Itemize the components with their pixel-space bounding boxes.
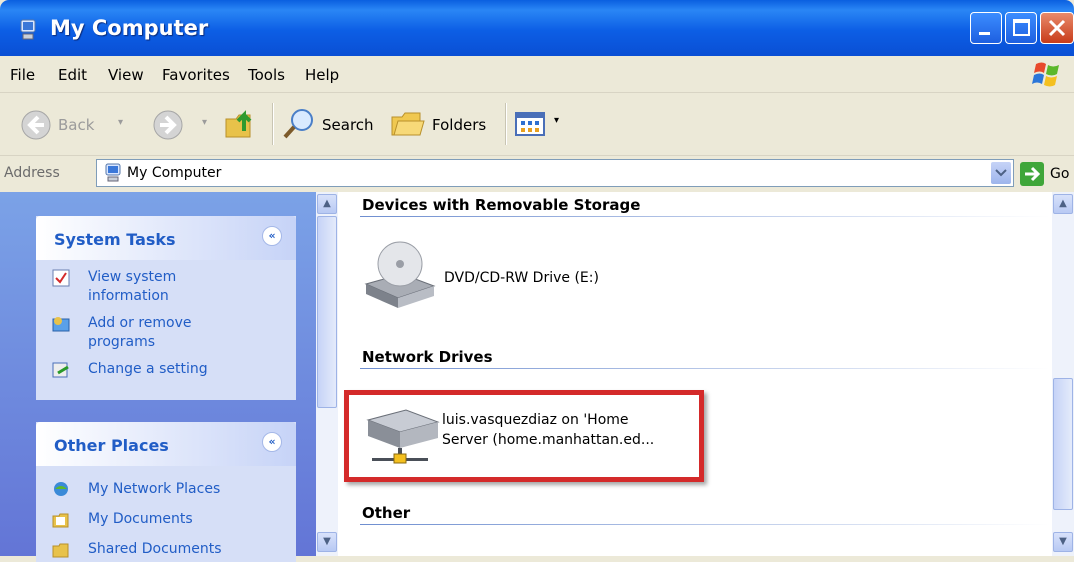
collapse-icon[interactable]: « [262,226,282,246]
place-label: My Network Places [88,481,221,497]
scroll-up-icon[interactable]: ▲ [1053,194,1073,214]
address-label: Address [4,165,60,181]
menu-help[interactable]: Help [305,66,339,84]
group-title-other: Other [362,504,411,522]
system-info-icon [52,269,70,287]
my-computer-icon [20,19,36,40]
toolbar-separator [505,103,507,145]
standard-toolbar: Back ▾ ▾ Search Folders ▾ [0,93,1074,156]
my-documents-icon [52,513,69,528]
other-places-header[interactable]: Other Places « [36,422,296,466]
views-dropdown-icon: ▾ [554,115,560,126]
dvd-drive-icon [364,241,436,308]
menu-favorites[interactable]: Favorites [162,66,230,84]
scroll-up-icon[interactable]: ▲ [317,194,337,214]
address-field[interactable]: My Computer [96,159,1014,187]
folders-icon [391,112,425,136]
scrollbar-thumb[interactable] [1053,378,1073,510]
close-button[interactable] [1040,12,1074,44]
forward-arrow-icon [153,110,183,140]
back-dropdown-icon: ▾ [118,117,124,128]
system-tasks-title: System Tasks [54,230,176,249]
folders-label: Folders [432,116,487,134]
toolbar-separator [272,103,274,145]
taskpane-scrollbar[interactable]: ▲ ▼ [316,192,338,556]
forward-dropdown-icon: ▾ [202,117,208,128]
group-title-removable-storage: Devices with Removable Storage [362,196,641,214]
minimize-icon [979,32,990,35]
network-places-icon [54,482,68,496]
address-dropdown-button[interactable] [991,162,1011,184]
search-icon [283,109,313,139]
highlight-box [344,390,704,482]
place-label: My Documents [88,511,193,527]
task-pane: System Tasks « View system information A… [0,192,316,562]
collapse-icon[interactable]: « [262,432,282,452]
group-divider [360,524,1050,525]
group-divider [360,368,1050,369]
add-remove-programs-icon [52,317,70,332]
system-tasks-panel: System Tasks « View system information A… [36,216,296,400]
control-panel-icon [52,362,69,378]
menu-view[interactable]: View [108,66,144,84]
my-computer-icon [105,163,121,182]
group-divider [360,216,1050,217]
scrollbar-thumb[interactable] [317,216,337,408]
chevron-down-icon [995,169,1007,177]
go-button[interactable] [1020,162,1044,186]
menu-edit[interactable]: Edit [58,66,87,84]
content-pane: Devices with Removable Storage DVD/CD-RW… [338,192,1052,556]
menu-file[interactable]: File [10,66,35,84]
other-places-panel: Other Places « My Network Places My Docu… [36,422,296,562]
back-arrow-icon [21,110,51,140]
menu-bar: File Edit View Favorites Tools Help [0,56,1074,93]
scroll-down-icon[interactable]: ▼ [317,532,337,552]
folders-button[interactable]: Folders [390,103,500,145]
shared-documents-icon [52,543,69,558]
scroll-down-icon[interactable]: ▼ [1053,532,1073,552]
up-folder-icon[interactable] [224,109,260,141]
group-title-network-drives: Network Drives [362,348,493,366]
other-places-title: Other Places [54,436,169,455]
task-label: View system information [88,269,177,304]
close-icon [1048,19,1066,37]
system-tasks-header[interactable]: System Tasks « [36,216,296,260]
views-icon [515,112,545,136]
go-label[interactable]: Go [1050,166,1069,182]
windows-logo-icon [1032,62,1059,87]
back-label: Back [58,116,95,134]
address-value: My Computer [127,165,222,181]
search-button[interactable]: Search [282,103,382,145]
go-arrow-icon [1025,166,1041,182]
task-label: Change a setting [88,361,208,377]
views-button[interactable]: ▾ [514,107,570,141]
content-scrollbar[interactable]: ▲ ▼ [1052,192,1074,556]
menu-tools[interactable]: Tools [248,66,285,84]
maximize-icon [1013,19,1030,36]
forward-button[interactable]: ▾ [150,103,214,145]
maximize-button[interactable] [1005,12,1037,44]
back-button[interactable]: Back ▾ [12,103,142,145]
dvd-drive-item[interactable]: DVD/CD-RW Drive (E:) [362,236,682,316]
minimize-button[interactable] [970,12,1002,44]
task-label: Add or remove programs [88,315,192,350]
window-title: My Computer [50,16,209,40]
search-label: Search [322,116,374,134]
place-label: Shared Documents [88,541,222,557]
dvd-drive-label: DVD/CD-RW Drive (E:) [444,270,599,286]
title-bar: My Computer [0,0,1074,56]
